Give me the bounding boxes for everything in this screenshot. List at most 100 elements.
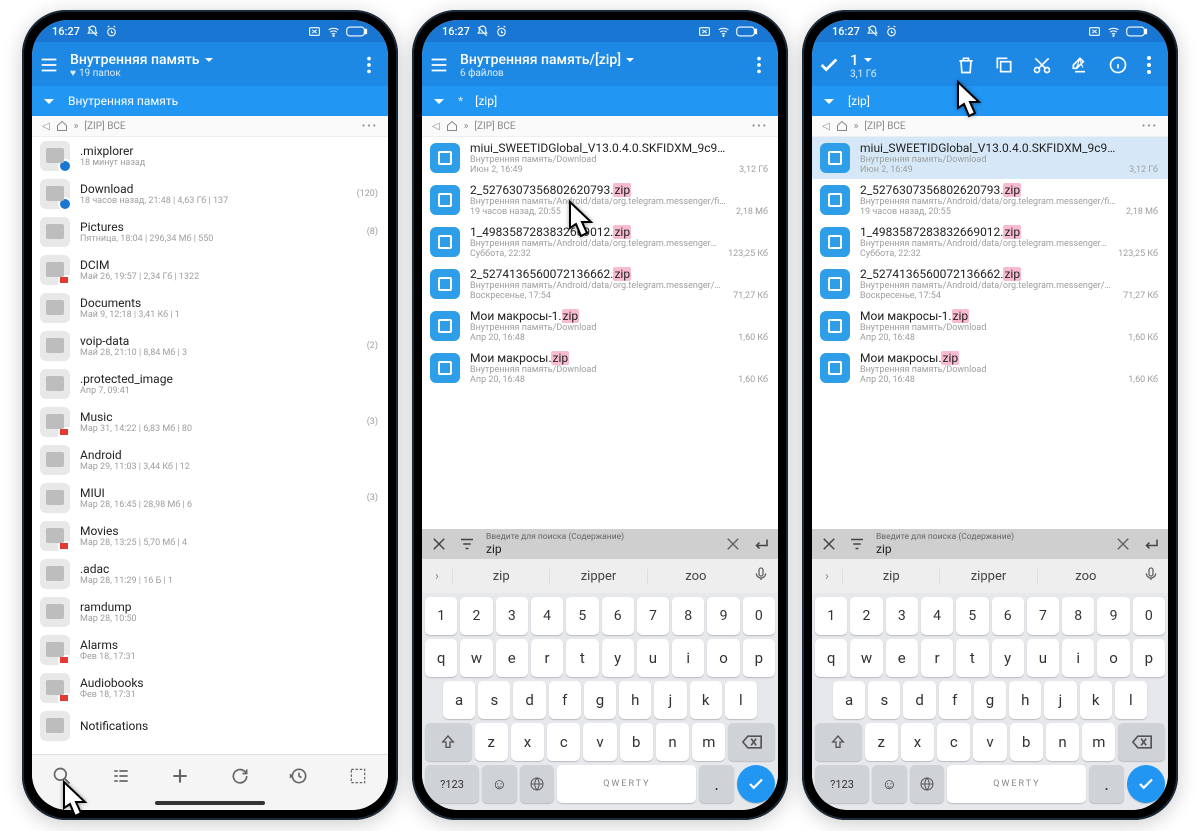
list-item[interactable]: 1_4983587283832669012.zipВнутренняя памя… <box>812 221 1168 263</box>
filter-icon[interactable] <box>458 535 476 553</box>
key[interactable]: o <box>1097 639 1129 677</box>
close-icon[interactable] <box>430 535 448 553</box>
key[interactable]: 3 <box>886 597 918 635</box>
nav-handle[interactable] <box>155 801 265 805</box>
key[interactable]: y <box>992 639 1024 677</box>
key[interactable]: u <box>637 639 669 677</box>
emoji-key[interactable]: ☺ <box>482 765 517 803</box>
suggestion[interactable]: zipper <box>939 569 1036 584</box>
key[interactable]: j <box>1044 681 1076 719</box>
history-icon[interactable] <box>289 766 309 786</box>
go-key[interactable] <box>737 765 775 803</box>
key[interactable]: v <box>583 723 616 761</box>
crumb-more-icon[interactable]: ••• <box>362 121 378 132</box>
search-input[interactable]: Введите для поиска (Содержание) zip <box>486 532 714 556</box>
key[interactable]: k <box>1080 681 1112 719</box>
delete-icon[interactable] <box>956 55 976 75</box>
list-item[interactable]: AlarmsФев 18, 17:31 <box>32 631 388 669</box>
list-item[interactable]: 2_5276307356802620793.zipВнутренняя памя… <box>812 179 1168 221</box>
key[interactable]: 1 <box>815 597 847 635</box>
file-list[interactable]: miui_SWEETIDGlobal_V13.0.4.0.SKFIDXM_9c9… <box>422 137 778 529</box>
symbols-key[interactable]: ?123 <box>425 765 479 803</box>
file-list[interactable]: miui_SWEETIDGlobal_V13.0.4.0.SKFIDXM_9c9… <box>812 137 1168 529</box>
key[interactable]: c <box>547 723 580 761</box>
key[interactable]: m <box>692 723 725 761</box>
close-icon[interactable] <box>820 535 838 553</box>
backspace-key[interactable] <box>728 723 775 761</box>
suggestion[interactable]: zip <box>452 569 549 584</box>
key[interactable]: l <box>1115 681 1147 719</box>
key[interactable]: 8 <box>672 597 704 635</box>
key[interactable]: 2 <box>460 597 492 635</box>
expand-suggest-icon[interactable]: › <box>422 569 452 584</box>
key[interactable]: r <box>921 639 953 677</box>
key[interactable]: w <box>850 639 882 677</box>
space-key[interactable]: QWERTY <box>557 765 696 803</box>
dropdown-icon[interactable] <box>625 55 635 65</box>
mic-icon[interactable] <box>1134 566 1168 586</box>
search-icon[interactable] <box>52 766 72 786</box>
key[interactable]: s <box>478 681 510 719</box>
suggestion[interactable]: zipper <box>549 569 646 584</box>
list-item[interactable]: voip-dataМай 28, 21:10 | 8,84 Мб | 3(2) <box>32 327 388 365</box>
list-item[interactable]: Мои макросы.zipВнутренняя память/Downloa… <box>422 347 778 389</box>
crumb-more-icon[interactable]: ••• <box>752 121 768 132</box>
rename-icon[interactable]: A <box>1070 55 1090 75</box>
chevron-down-icon[interactable] <box>822 94 836 108</box>
key[interactable]: 8 <box>1062 597 1094 635</box>
search-input[interactable]: Введите для поиска (Содержание) zip <box>876 532 1104 556</box>
key[interactable]: n <box>1046 723 1079 761</box>
copy-icon[interactable] <box>994 55 1014 75</box>
list-item[interactable]: 2_5274136560072136662.zipВнутренняя памя… <box>812 263 1168 305</box>
key[interactable]: g <box>584 681 616 719</box>
more-icon[interactable] <box>748 54 770 76</box>
select-icon[interactable] <box>348 766 368 786</box>
key[interactable]: 1 <box>425 597 457 635</box>
key[interactable]: z <box>475 723 508 761</box>
key[interactable]: 3 <box>496 597 528 635</box>
enter-icon[interactable] <box>1142 535 1160 553</box>
add-icon[interactable] <box>170 766 190 786</box>
symbols-key[interactable]: ?123 <box>815 765 869 803</box>
menu-icon[interactable] <box>428 54 450 76</box>
key[interactable]: 6 <box>992 597 1024 635</box>
chevron-down-icon[interactable] <box>432 94 446 108</box>
app-title[interactable]: Внутренняя память <box>70 52 200 68</box>
go-key[interactable] <box>1127 765 1165 803</box>
key[interactable]: i <box>1062 639 1094 677</box>
key[interactable]: 7 <box>637 597 669 635</box>
period-key[interactable]: . <box>699 765 734 803</box>
list-item[interactable]: .adacМар 28, 11:29 | 16 Б | 1 <box>32 555 388 593</box>
key[interactable]: q <box>815 639 847 677</box>
key[interactable]: n <box>656 723 689 761</box>
list-item[interactable]: Download18 часов назад, 21:48 | 4,63 Гб … <box>32 175 388 213</box>
suggestion[interactable]: zip <box>842 569 939 584</box>
suggestion[interactable]: zoo <box>1037 569 1134 584</box>
key[interactable]: 2 <box>850 597 882 635</box>
key[interactable]: w <box>460 639 492 677</box>
space-key[interactable]: QWERTY <box>947 765 1086 803</box>
key[interactable]: d <box>903 681 935 719</box>
list-item[interactable]: DocumentsМай 9, 12:18 | 3,41 Кб | 1 <box>32 289 388 327</box>
crumb-label[interactable]: [ZIP] ВСЕ <box>474 121 515 132</box>
done-icon[interactable] <box>818 54 840 76</box>
list-item[interactable]: DCIMМай 26, 19:57 | 2,34 Гб | 1322 <box>32 251 388 289</box>
menu-icon[interactable] <box>38 54 60 76</box>
list-item[interactable]: Мои макросы-1.zipВнутренняя память/Downl… <box>812 305 1168 347</box>
key[interactable]: x <box>901 723 934 761</box>
list-item[interactable]: Мои макросы.zipВнутренняя память/Downloa… <box>812 347 1168 389</box>
key[interactable]: t <box>566 639 598 677</box>
suggestion[interactable]: zoo <box>647 569 744 584</box>
key[interactable]: g <box>974 681 1006 719</box>
lang-key[interactable] <box>520 765 555 803</box>
key[interactable]: 4 <box>531 597 563 635</box>
key[interactable]: 5 <box>566 597 598 635</box>
crumb-label[interactable]: [ZIP] ВСЕ <box>84 121 125 132</box>
key[interactable]: t <box>956 639 988 677</box>
key[interactable]: f <box>549 681 581 719</box>
key[interactable]: s <box>868 681 900 719</box>
refresh-icon[interactable] <box>230 766 250 786</box>
lang-key[interactable] <box>910 765 945 803</box>
key[interactable]: 0 <box>743 597 775 635</box>
file-list[interactable]: .mixplorer18 минут назадDownload18 часов… <box>32 137 388 754</box>
